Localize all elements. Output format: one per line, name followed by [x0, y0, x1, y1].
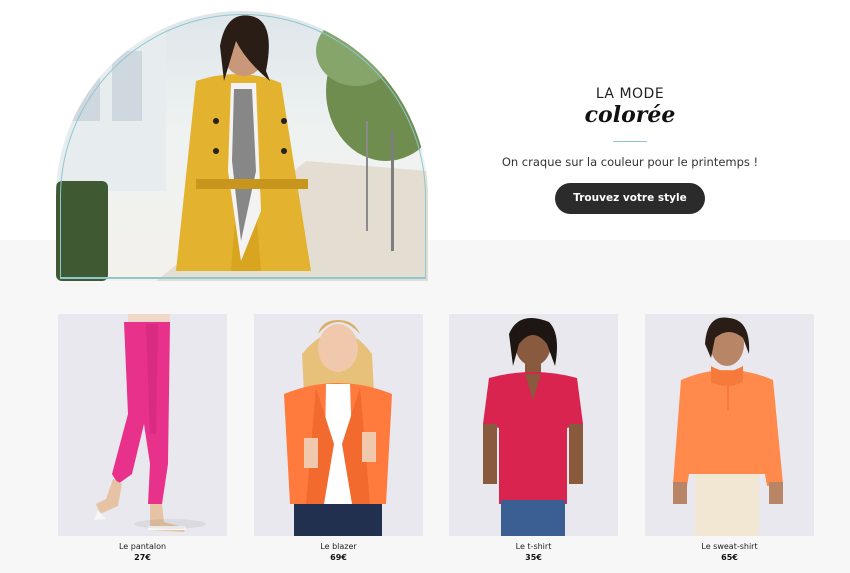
orange-blazer-illustration	[284, 320, 392, 536]
product-card[interactable]: Le pantalon 27€	[58, 314, 227, 562]
find-style-button[interactable]: Trouvez votre style	[555, 183, 705, 214]
red-tshirt-illustration	[483, 318, 583, 536]
product-card[interactable]: Le t-shirt 35€	[449, 314, 618, 562]
orange-sweatshirt-illustration	[673, 317, 783, 536]
product-grid: Le pantalon 27€ Le blazer 69€ Le t-shirt…	[58, 314, 814, 564]
pink-trousers-illustration	[94, 314, 206, 532]
hero-title: colorée	[584, 102, 676, 128]
product-price: 35€	[525, 553, 542, 562]
product-image[interactable]	[254, 314, 423, 536]
product-card[interactable]: Le blazer 69€	[254, 314, 423, 562]
hero-illustration	[56, 15, 428, 281]
hero-arch-outline-bottom	[60, 277, 426, 279]
product-name[interactable]: Le blazer	[254, 542, 423, 551]
product-name[interactable]: Le sweat-shirt	[645, 542, 814, 551]
hero-subtitle: On craque sur la couleur pour le printem…	[501, 155, 759, 169]
hero-image[interactable]	[56, 11, 428, 281]
product-price: 69€	[330, 553, 347, 562]
hero-text-block: LA MODE colorée On craque sur la couleur…	[500, 86, 760, 214]
hero-divider	[613, 141, 647, 142]
product-image[interactable]	[58, 314, 227, 536]
product-card[interactable]: Le sweat-shirt 65€	[645, 314, 814, 562]
hero-kicker: LA MODE	[595, 86, 665, 102]
product-name[interactable]: Le pantalon	[58, 542, 227, 551]
product-price: 27€	[134, 553, 151, 562]
product-name[interactable]: Le t-shirt	[449, 542, 618, 551]
product-image[interactable]	[645, 314, 814, 536]
page: LA MODE colorée On craque sur la couleur…	[0, 0, 850, 573]
product-image[interactable]	[449, 314, 618, 536]
product-price: 65€	[721, 553, 738, 562]
